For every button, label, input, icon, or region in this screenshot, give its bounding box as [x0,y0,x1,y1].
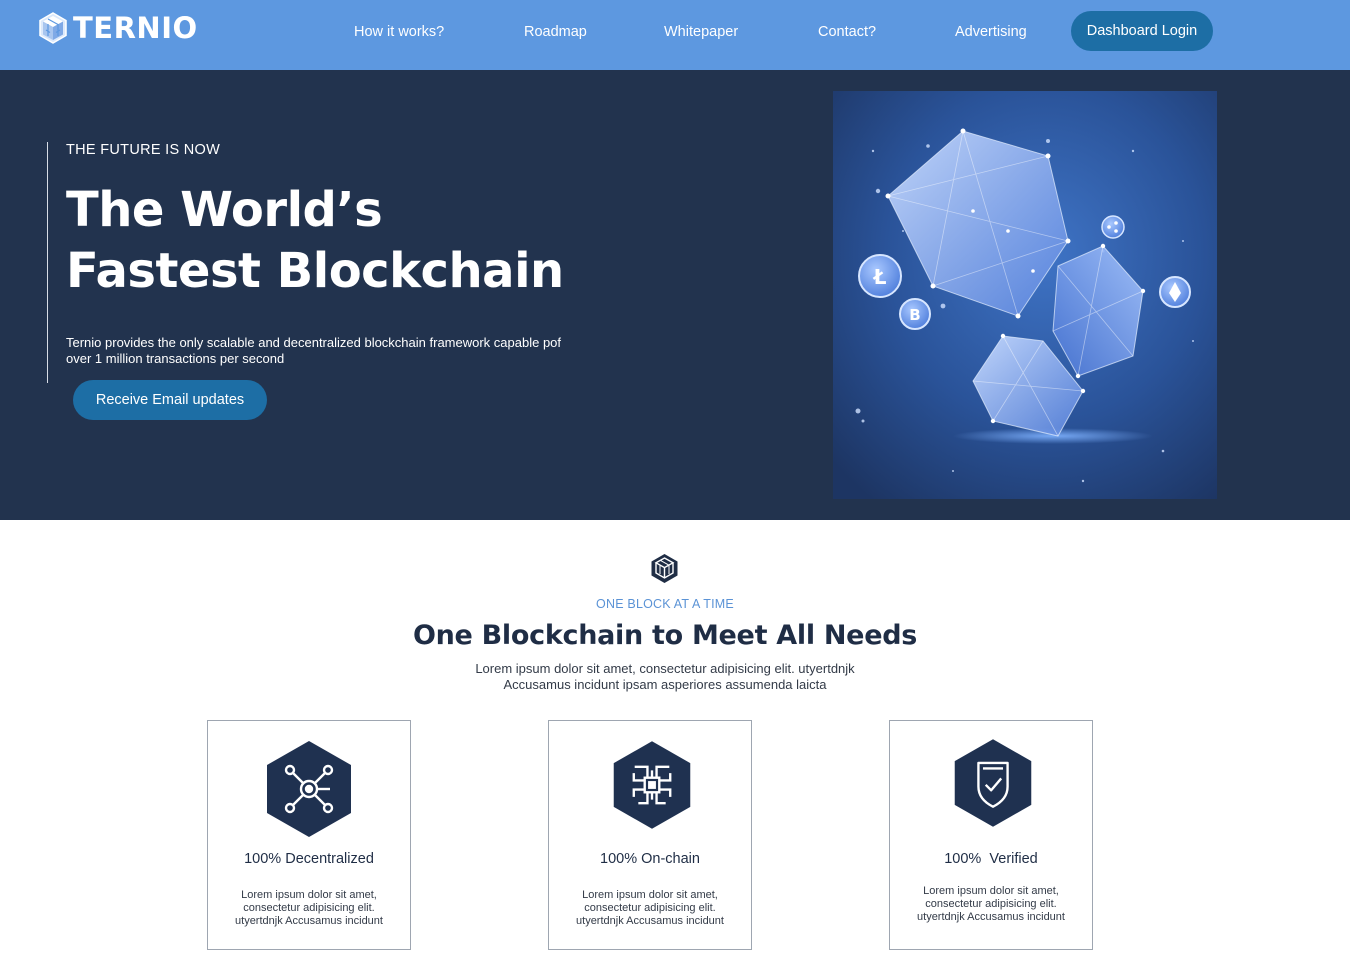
top-navbar: TERNIO How it works? Roadmap Whitepaper … [0,0,1350,70]
feature-description-line2: consectetur adipisicing elit. [243,902,375,914]
feature-title: 100% On-chain [600,851,700,867]
feature-description: Lorem ipsum dolor sit amet, consectetur … [557,889,743,928]
brand-name: TERNIO [73,11,198,45]
section-description-line2: Accusamus incidunt ipsam asperiores assu… [503,677,827,692]
nav-link-how-it-works[interactable]: How it works? [354,23,444,41]
section-description-line1: Lorem ipsum dolor sit amet, consectetur … [475,661,855,676]
section-title: One Blockchain to Meet All Needs [412,620,918,651]
hero-description-line2: over 1 million transactions per second [66,351,285,366]
cube-icon [651,554,678,583]
chip-icon [613,741,691,829]
feature-card-decentralized: 100% Decentralized Lorem ipsum dolor sit… [207,720,411,950]
hero-headline: The World’s Fastest Blockchain [66,180,564,302]
nav-link-contact[interactable]: Contact? [818,23,876,41]
nav-link-roadmap[interactable]: Roadmap [524,23,587,41]
hero-eyebrow: THE FUTURE IS NOW [66,142,221,158]
feature-card-verified: 100% Verified Lorem ipsum dolor sit amet… [889,720,1093,950]
hero-headline-line2: Fastest Blockchain [66,243,564,299]
feature-description-line2: consectetur adipisicing elit. [584,902,716,914]
brand-logo[interactable]: TERNIO [38,12,198,44]
section-description: Lorem ipsum dolor sit amet, consectetur … [0,661,1330,693]
feature-title: 100% Verified [944,851,1038,867]
nav-link-whitepaper[interactable]: Whitepaper [664,23,738,41]
feature-description: Lorem ipsum dolor sit amet, consectetur … [216,889,402,928]
feature-description-line1: Lorem ipsum dolor sit amet, [582,889,718,901]
hero-divider [47,142,48,383]
section-eyebrow: ONE BLOCK AT A TIME [596,597,734,611]
feature-description-line1: Lorem ipsum dolor sit amet, [923,885,1059,897]
hero-description-line1: Ternio provides the only scalable and de… [66,335,562,350]
svg-text:B: B [909,306,920,324]
feature-description: Lorem ipsum dolor sit amet, consectetur … [898,885,1084,924]
nav-link-advertising[interactable]: Advertising [955,23,1027,41]
svg-text:Ł: Ł [873,265,887,289]
hero-headline-line1: The World’s [66,182,383,238]
shield-check-icon [954,739,1032,827]
feature-description-line1: Lorem ipsum dolor sit amet, [241,889,377,901]
feature-description-line3: utyertdnjk Accusamus incidunt [576,915,724,927]
feature-title: 100% Decentralized [244,851,374,867]
feature-description-line3: utyertdnjk Accusamus incidunt [235,915,383,927]
crystal-blockchain-illustration: Ł B [833,91,1217,499]
dashboard-login-button[interactable]: Dashboard Login [1071,11,1213,51]
network-nodes-icon [267,741,351,837]
receive-email-updates-button[interactable]: Receive Email updates [73,380,267,420]
cube-logo-icon [39,12,67,44]
feature-description-line3: utyertdnjk Accusamus incidunt [917,911,1065,923]
hero-description: Ternio provides the only scalable and de… [66,335,626,367]
hero-section: THE FUTURE IS NOW The World’s Fastest Bl… [0,70,1350,520]
feature-description-line2: consectetur adipisicing elit. [925,898,1057,910]
feature-card-on-chain: 100% On-chain Lorem ipsum dolor sit amet… [548,720,752,950]
